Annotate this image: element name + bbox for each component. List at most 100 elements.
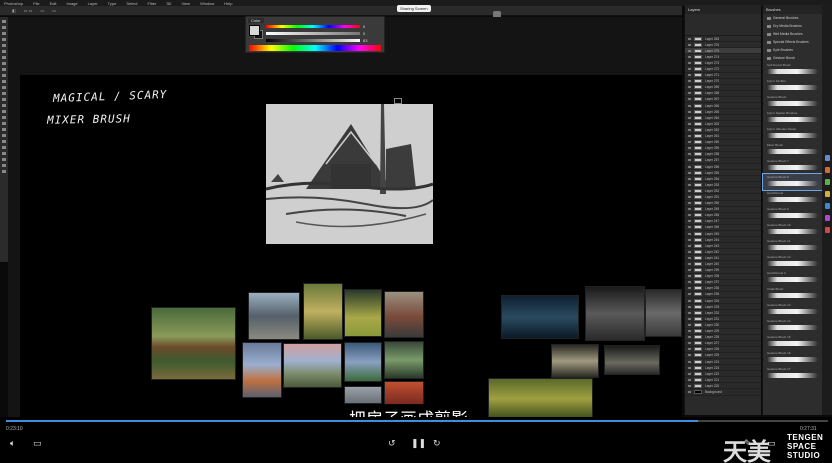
tool-icon[interactable] xyxy=(2,56,6,59)
visibility-eye-icon[interactable] xyxy=(688,372,691,375)
brush-preset[interactable]: Gesture Brush 9 xyxy=(763,206,822,222)
visibility-eye-icon[interactable] xyxy=(688,110,691,113)
visibility-eye-icon[interactable] xyxy=(688,159,691,162)
menu-item[interactable]: Layer xyxy=(88,1,98,6)
visibility-eye-icon[interactable] xyxy=(688,122,691,125)
tool-icon[interactable] xyxy=(2,38,6,41)
visibility-eye-icon[interactable] xyxy=(688,104,691,107)
visibility-eye-icon[interactable] xyxy=(688,141,691,144)
brush-preset[interactable]: Gesture Brush 17 xyxy=(763,366,822,382)
visibility-eye-icon[interactable] xyxy=(688,238,691,241)
tool-icon[interactable] xyxy=(2,164,6,167)
brush-preset[interactable]: Gesture Brush 14 xyxy=(763,318,822,334)
brush-preset[interactable]: Gesture Brush 12 xyxy=(763,254,822,270)
menu-item[interactable]: Select xyxy=(126,1,137,6)
visibility-eye-icon[interactable] xyxy=(688,317,691,320)
dock-icon[interactable] xyxy=(824,179,830,185)
menu-item[interactable]: Help xyxy=(224,1,232,6)
menu-item[interactable]: Type xyxy=(108,1,117,6)
visibility-eye-icon[interactable] xyxy=(688,195,691,198)
visibility-eye-icon[interactable] xyxy=(688,147,691,150)
visibility-eye-icon[interactable] xyxy=(688,305,691,308)
tool-icon[interactable] xyxy=(2,134,6,137)
dock-icon[interactable] xyxy=(824,215,830,221)
visibility-eye-icon[interactable] xyxy=(688,116,691,119)
tool-icon[interactable] xyxy=(2,170,6,173)
tool-icon[interactable] xyxy=(2,26,6,29)
brush-folder[interactable]: Dry Media Brushes xyxy=(763,22,822,30)
menu-item[interactable]: View xyxy=(181,1,190,6)
dock-icon[interactable] xyxy=(824,155,830,161)
visibility-eye-icon[interactable] xyxy=(688,153,691,156)
brightness-value[interactable]: 83 xyxy=(363,38,367,43)
visibility-eye-icon[interactable] xyxy=(688,86,691,89)
tool-icon[interactable] xyxy=(2,140,6,143)
dock-icon[interactable] xyxy=(824,203,830,209)
tool-icon[interactable] xyxy=(2,62,6,65)
tool-icon[interactable] xyxy=(2,116,6,119)
visibility-eye-icon[interactable] xyxy=(688,202,691,205)
brush-preset[interactable]: Gesture Brush 11 xyxy=(763,238,822,254)
brush-preset[interactable]: Gesture Brush 10 xyxy=(763,222,822,238)
visibility-eye-icon[interactable] xyxy=(688,226,691,229)
tool-preset-icon[interactable]: ◧ xyxy=(12,8,16,13)
tool-icon[interactable] xyxy=(2,32,6,35)
flow-control[interactable]: ▭ xyxy=(52,8,56,13)
layers-controls[interactable] xyxy=(685,14,761,36)
tool-icon[interactable] xyxy=(2,86,6,89)
visibility-eye-icon[interactable] xyxy=(688,165,691,168)
visibility-eye-icon[interactable] xyxy=(688,263,691,266)
menu-item[interactable]: 3D xyxy=(166,1,171,6)
tool-icon[interactable] xyxy=(2,128,6,131)
foreground-color-swatch[interactable] xyxy=(249,25,260,36)
brush-preset[interactable]: Hard Round xyxy=(763,190,822,206)
brush-folder[interactable]: Special Effects Brushes xyxy=(763,38,822,46)
volume-icon[interactable]: 🔈︎ xyxy=(10,439,15,449)
subtitles-icon[interactable]: ▭ xyxy=(33,439,42,449)
forward-10-icon[interactable]: ↻ xyxy=(433,439,441,449)
brush-preset[interactable]: Kyle's Ultimate Pastel xyxy=(763,126,822,142)
visibility-eye-icon[interactable] xyxy=(688,49,691,52)
brush-preset[interactable]: Gesture Brush xyxy=(763,94,822,110)
dock-icon[interactable] xyxy=(824,167,830,173)
visibility-eye-icon[interactable] xyxy=(688,256,691,259)
visibility-eye-icon[interactable] xyxy=(688,232,691,235)
brush-preset[interactable]: Mixer Brush xyxy=(763,142,822,158)
transform-handle[interactable] xyxy=(394,98,402,104)
visibility-eye-icon[interactable] xyxy=(688,390,691,393)
rewind-10-icon[interactable]: ↺ xyxy=(388,439,396,449)
tool-icon[interactable] xyxy=(2,20,6,23)
layer-row[interactable]: Background xyxy=(685,389,761,396)
mode-control[interactable]: ▭ ▭ xyxy=(24,8,33,13)
visibility-eye-icon[interactable] xyxy=(688,336,691,339)
brushes-panel-title[interactable]: Brushes xyxy=(763,5,822,14)
tool-icon[interactable] xyxy=(2,92,6,95)
visibility-eye-icon[interactable] xyxy=(688,80,691,83)
visibility-eye-icon[interactable] xyxy=(688,354,691,357)
sharing-screen-badge[interactable]: Sharing Screen xyxy=(397,5,431,12)
tool-icon[interactable] xyxy=(2,50,6,53)
visibility-eye-icon[interactable] xyxy=(688,61,691,64)
color-spectrum[interactable] xyxy=(249,45,381,51)
tool-icon[interactable] xyxy=(2,68,6,71)
brush-preset[interactable]: Gesture Brush 16 xyxy=(763,350,822,366)
brush-preset[interactable]: Chalk Brush xyxy=(763,286,822,302)
visibility-eye-icon[interactable] xyxy=(688,208,691,211)
visibility-eye-icon[interactable] xyxy=(688,98,691,101)
brush-preset[interactable]: Soft Round Brush xyxy=(763,62,822,78)
visibility-eye-icon[interactable] xyxy=(688,135,691,138)
visibility-eye-icon[interactable] xyxy=(688,177,691,180)
menu-item[interactable]: Edit xyxy=(50,1,57,6)
brush-preset[interactable]: Gesture Brush 13 xyxy=(763,302,822,318)
tool-icon[interactable] xyxy=(2,146,6,149)
tool-icon[interactable] xyxy=(2,158,6,161)
brush-preset[interactable]: Hard Round 2 xyxy=(763,270,822,286)
visibility-eye-icon[interactable] xyxy=(688,287,691,290)
visibility-eye-icon[interactable] xyxy=(688,360,691,363)
visibility-eye-icon[interactable] xyxy=(688,220,691,223)
visibility-eye-icon[interactable] xyxy=(688,244,691,247)
menu-item[interactable]: Photoshop xyxy=(4,1,23,6)
brush-preset[interactable]: Kyle's Spatter Brushes xyxy=(763,110,822,126)
dock-icon[interactable] xyxy=(824,227,830,233)
visibility-eye-icon[interactable] xyxy=(688,281,691,284)
